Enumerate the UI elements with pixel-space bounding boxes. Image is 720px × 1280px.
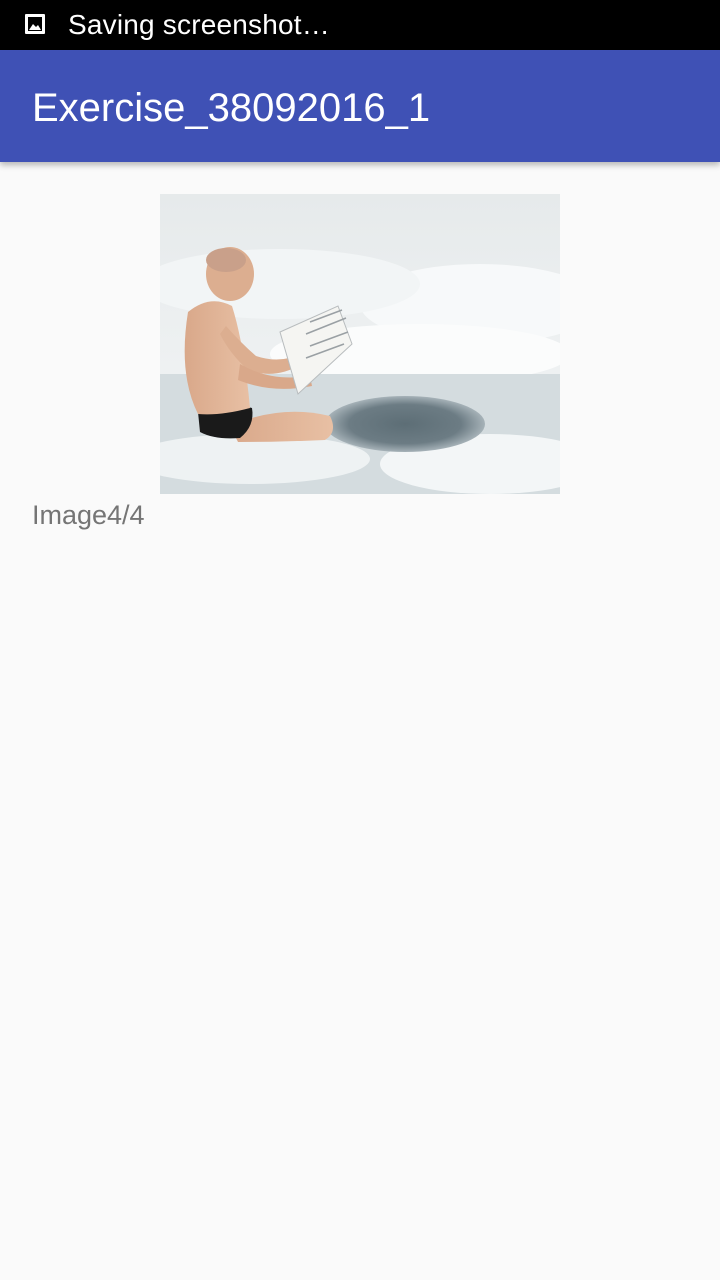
image-counter-caption: Image4/4 [32, 500, 145, 530]
exercise-photo [160, 194, 560, 494]
status-bar: Saving screenshot… [0, 0, 720, 50]
screen: Saving screenshot… Exercise_38092016_1 I… [0, 0, 720, 1280]
app-bar: Exercise_38092016_1 [0, 50, 720, 162]
status-notification-text: Saving screenshot… [68, 9, 330, 40]
image-icon [24, 13, 46, 35]
app-title: Exercise_38092016_1 [32, 86, 431, 130]
